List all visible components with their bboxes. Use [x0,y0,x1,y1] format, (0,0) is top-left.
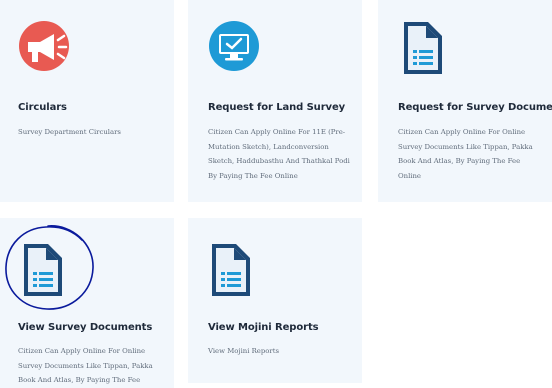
document-icon [20,242,66,304]
card-title[interactable]: Circulars [18,102,166,113]
service-card-view-survey-documents[interactable]: View Survey Documents Citizen Can Apply … [0,218,174,388]
card-title[interactable]: Request for Land Survey [208,102,354,113]
card-description: Survey Department Circulars [18,128,121,136]
card-description: Citizen Can Apply Online For 11E (Pre-Mu… [208,128,350,181]
card-description: Citizen Can Apply Online For Online Surv… [398,128,533,181]
card-title[interactable]: Request for Survey Documents [398,102,552,113]
service-card-circulars[interactable]: Circulars Survey Department Circulars [0,0,174,202]
card-title[interactable]: View Survey Documents [18,322,166,333]
computer-check-icon [208,20,264,80]
service-card-survey-documents[interactable]: Request for Survey Documents Citizen Can… [378,0,552,202]
megaphone-icon [18,20,74,80]
card-title[interactable]: View Mojini Reports [208,322,354,333]
document-icon [400,20,446,82]
card-description: Citizen Can Apply Online For Online Surv… [18,347,153,385]
card-description: View Mojini Reports [208,347,280,355]
document-icon [208,242,254,304]
service-card-mojini-reports[interactable]: View Mojini Reports View Mojini Reports [188,218,362,383]
service-card-land-survey[interactable]: Request for Land Survey Citizen Can Appl… [188,0,362,202]
